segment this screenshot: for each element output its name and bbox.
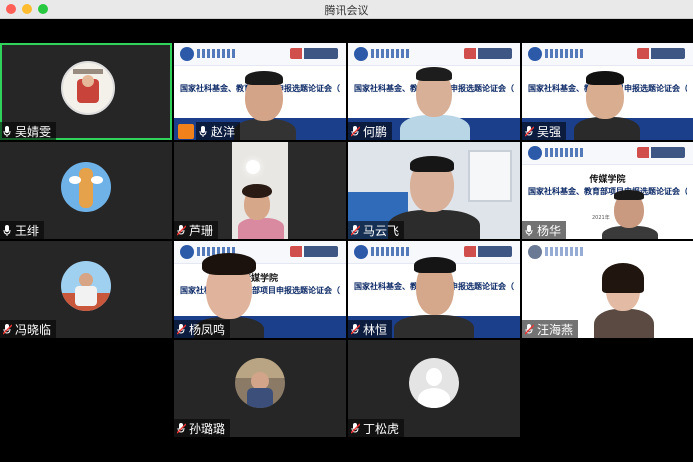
participant-tile-hepeng[interactable]: 国家社科基金、教育部项目申报选题论证会（一） 何鹏: [348, 43, 520, 140]
participant-label: 马云飞: [348, 221, 405, 239]
participant-label: 孙璐璐: [174, 419, 231, 437]
mic-on-icon: [199, 125, 207, 137]
avatar: [235, 358, 285, 408]
college-logo-icon: [290, 48, 338, 59]
participant-tile-mayunfei[interactable]: 马云飞: [348, 142, 520, 239]
mic-off-icon: [177, 422, 186, 434]
participant-tile-yangfengming[interactable]: 传媒学院 国家社科基金、教育部项目申报选题论证会（一） 杨凤鸣: [174, 241, 346, 338]
participant-tile-lushan[interactable]: 芦珊: [174, 142, 346, 239]
avatar: [61, 162, 111, 212]
participant-tile-linheng[interactable]: 国家社科基金、教育部项目申报选题论证会（一） 林恒: [348, 241, 520, 338]
mic-on-icon: [3, 224, 11, 236]
mic-off-icon: [351, 422, 360, 434]
mic-off-icon: [177, 224, 186, 236]
college-logo-icon: [464, 48, 512, 59]
participant-label: 丁松虎: [348, 419, 405, 437]
university-logo-icon: [528, 245, 542, 259]
participant-label: 吴婧雯: [0, 122, 57, 140]
default-avatar-icon: [409, 358, 459, 408]
participant-tile-wujingwen[interactable]: 吴婧雯: [0, 43, 172, 140]
participant-name: 何鹏: [363, 124, 388, 139]
participant-label: 何鹏: [348, 122, 393, 140]
participant-tile-wanghaiyan[interactable]: 汪海燕: [522, 241, 693, 338]
mic-off-icon: [3, 323, 12, 335]
university-logo-icon: [354, 47, 368, 61]
mic-on-icon: [525, 224, 533, 236]
university-logo-icon: [528, 47, 542, 61]
mic-off-icon: [525, 125, 534, 137]
participant-video: [232, 142, 288, 239]
college-logo-icon: [637, 48, 685, 59]
participant-name: 杨凤鸣: [189, 322, 226, 337]
participant-tile-wangfei[interactable]: 王绯: [0, 142, 172, 239]
participant-name: 林恒: [363, 322, 388, 337]
college-logo-icon: [637, 147, 685, 158]
participant-label: 杨凤鸣: [174, 320, 231, 338]
participant-label: 冯晓临: [0, 320, 57, 338]
university-logo-icon: [354, 245, 368, 259]
avatar: [61, 261, 111, 311]
mic-off-icon: [351, 125, 360, 137]
avatar: [61, 61, 115, 115]
participant-label: 赵洋: [196, 122, 241, 140]
participant-label: 芦珊: [174, 221, 219, 239]
participant-label: 杨华: [522, 221, 567, 239]
video-grid: 吴婧雯 国家社科基金、教育部项目申报选题论证会（一） 赵洋 国家社科基金、教育部…: [0, 40, 693, 440]
participant-name: 丁松虎: [363, 421, 400, 436]
participant-name: 孙璐璐: [189, 421, 226, 436]
university-logo-icon: [180, 245, 194, 259]
participant-tile-wuqiang[interactable]: 国家社科基金、教育部项目申报选题论证会（一） 吴强: [522, 43, 693, 140]
participant-name: 杨华: [537, 223, 562, 238]
window-title: 腾讯会议: [324, 4, 369, 17]
participant-tile-zhaoyang[interactable]: 国家社科基金、教育部项目申报选题论证会（一） 赵洋: [174, 43, 346, 140]
participant-tile-fengxiaolin[interactable]: 冯晓临: [0, 241, 172, 338]
participant-tile-dingsonghu[interactable]: 丁松虎: [348, 340, 520, 437]
mic-off-icon: [351, 323, 360, 335]
mic-off-icon: [351, 224, 360, 236]
college-logo-icon: [464, 246, 512, 257]
participant-name: 汪海燕: [537, 322, 574, 337]
participant-name: 赵洋: [211, 124, 236, 139]
participant-tile-sunlulu[interactable]: 孙璐璐: [174, 340, 346, 437]
participant-label: 汪海燕: [522, 320, 579, 338]
participant-label: 吴强: [522, 122, 567, 140]
participant-name: 吴强: [537, 124, 562, 139]
mic-on-icon: [3, 125, 11, 137]
participant-name: 吴婧雯: [15, 124, 52, 139]
participant-name: 芦珊: [189, 223, 214, 238]
participant-label: 林恒: [348, 320, 393, 338]
host-icon: [178, 124, 194, 139]
university-logo-icon: [528, 146, 542, 160]
participant-label: 王绯: [0, 221, 45, 239]
participant-tile-yanghua[interactable]: 传媒学院 国家社科基金、教育部项目申报选题论证会（一） 2021年 杨华: [522, 142, 693, 239]
window-titlebar: 腾讯会议: [0, 0, 693, 19]
participant-name: 马云飞: [363, 223, 400, 238]
participant-name: 冯晓临: [15, 322, 52, 337]
university-logo-icon: [180, 47, 194, 61]
mic-off-icon: [177, 323, 186, 335]
mic-off-icon: [525, 323, 534, 335]
college-logo-icon: [290, 246, 338, 257]
participant-name: 王绯: [15, 223, 40, 238]
